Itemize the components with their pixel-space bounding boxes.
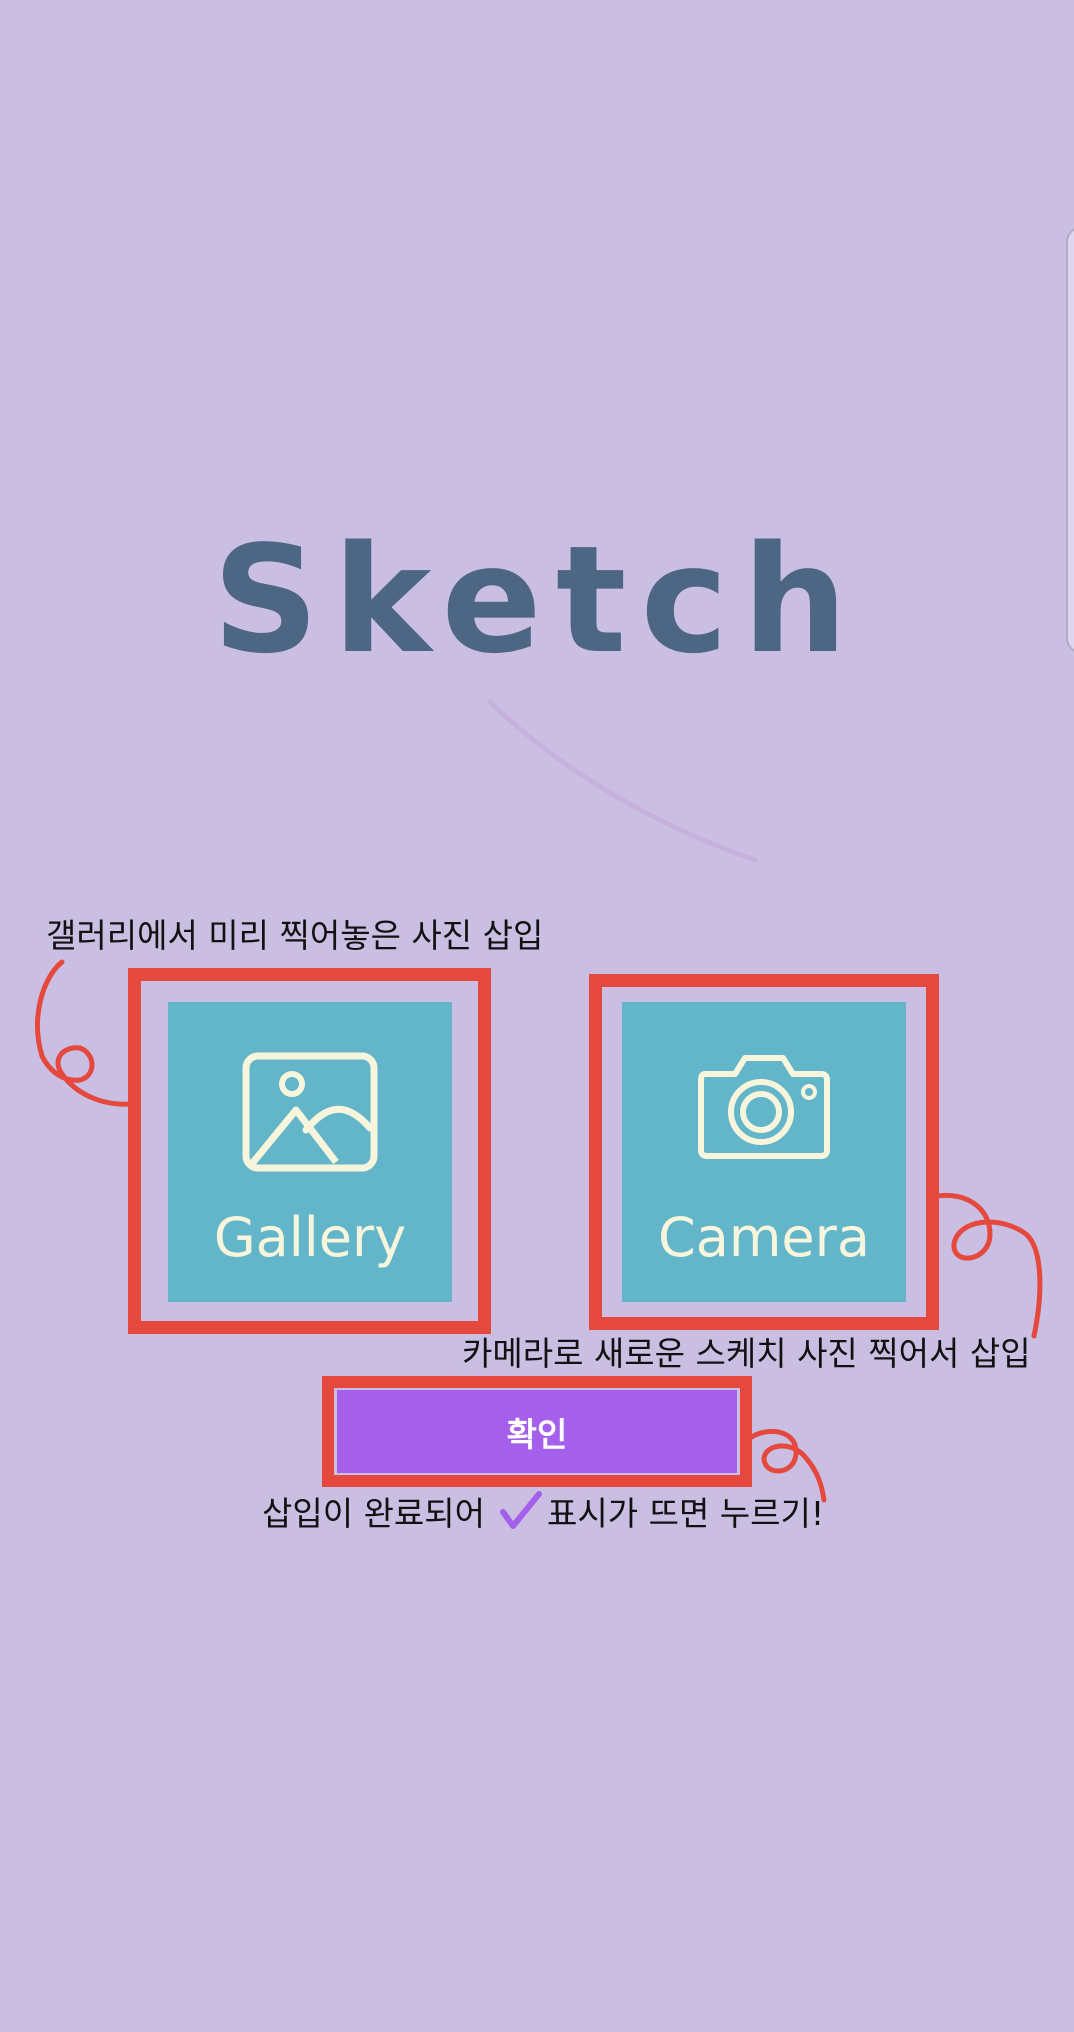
confirm-button[interactable]: 확인	[337, 1390, 737, 1473]
camera-button[interactable]: Camera	[622, 1002, 906, 1302]
confirm-annotation-before: 삽입이 완료되어	[262, 1494, 486, 1533]
checkmark-icon	[499, 1490, 543, 1541]
app-title: Sketch	[212, 514, 862, 686]
decorative-stroke	[487, 699, 758, 863]
camera-annotation-scribble	[935, 1192, 1043, 1339]
image-icon	[168, 1050, 452, 1178]
confirm-annotation-after: 표시가 뜨면 누르기!	[547, 1494, 825, 1533]
gallery-annotation-scribble	[35, 959, 135, 1107]
gallery-annotation-text: 갤러리에서 미리 찍어놓은 사진 삽입	[46, 916, 544, 955]
gallery-button[interactable]: Gallery	[168, 1002, 452, 1302]
camera-icon	[622, 1050, 906, 1164]
camera-label: Camera	[658, 1206, 870, 1269]
gallery-label: Gallery	[213, 1206, 407, 1269]
confirm-annotation: 삽입이 완료되어 표시가 뜨면 누르기!	[262, 1490, 824, 1541]
camera-annotation-text: 카메라로 새로운 스케치 사진 찍어서 삽입	[462, 1334, 1031, 1373]
